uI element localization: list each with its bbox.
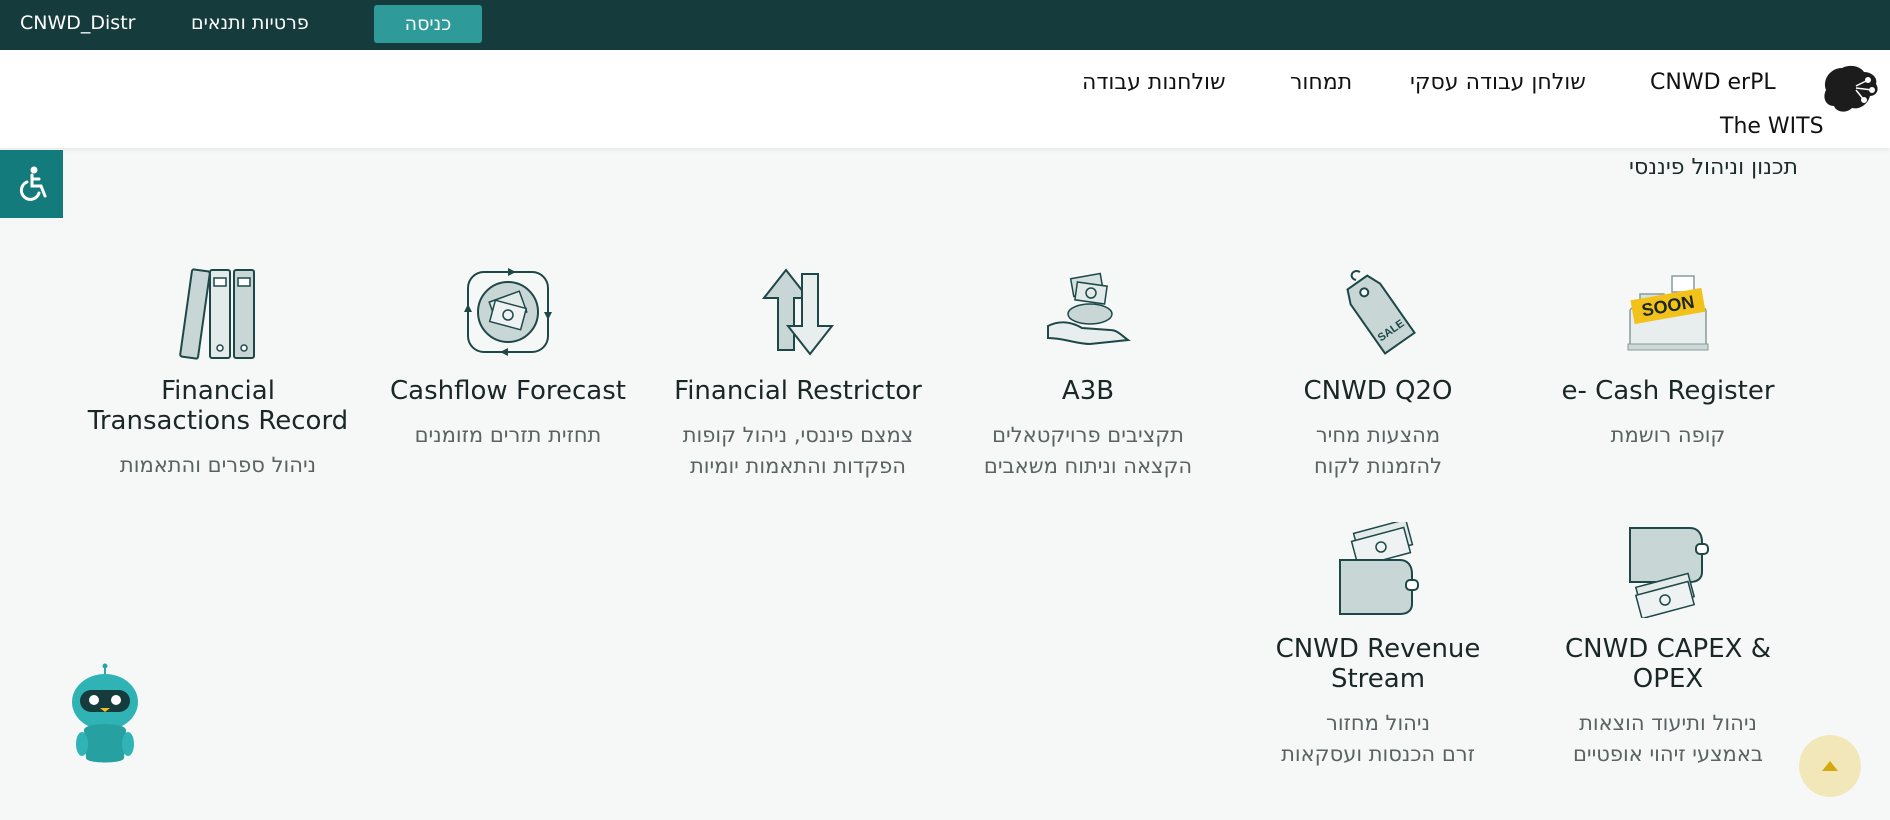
nav-item-pricing[interactable]: תמחור: [1290, 70, 1352, 95]
arrow-up-icon: [1822, 761, 1838, 771]
card-description: ניהול ספרים והתאמות: [119, 453, 317, 477]
main-nav: שולחנות עבודה תמחור שולחן עבודה עסקי CNW…: [0, 50, 1890, 148]
cash-cycle-icon: [464, 268, 552, 356]
section-title: תכנון וניהול פיננסי: [1629, 155, 1798, 180]
cash-register-soon-icon: SOON: [1627, 275, 1709, 351]
card-title: e- Cash Register: [1561, 376, 1775, 406]
brand-logo-icon[interactable]: [1816, 60, 1882, 116]
card-cnwd-q2o[interactable]: SALE CNWD Q2O מהצעות מחיר להזמנות לקוח: [1228, 264, 1528, 482]
card-title: Financial Restrictor: [674, 376, 922, 406]
card-cnwd-capex-opex[interactable]: CNWD CAPEX & OPEX ניהול ותיעוד הוצאות בא…: [1518, 522, 1818, 770]
card-financial-transactions-record[interactable]: Financial Transactions Record ניהול ספרי…: [68, 264, 368, 481]
accessibility-button[interactable]: [0, 150, 63, 218]
card-description: תקציבים פרויקטאלים הקצאה וניתוח משאבים: [983, 423, 1193, 478]
brand-link[interactable]: CNWD_Distr: [20, 12, 135, 34]
wheelchair-icon: [19, 166, 46, 201]
card-description: צמצם פיננסי, ניהול קופות הפקדות והתאמות …: [682, 423, 914, 478]
nav-item-business-desk[interactable]: שולחן עבודה עסקי: [1410, 70, 1586, 95]
binders-icon: [179, 268, 255, 360]
chatbot-robot-icon[interactable]: [70, 662, 140, 768]
nav-item-workspaces[interactable]: שולחנות עבודה: [1082, 70, 1226, 95]
top-bar: CNWD_Distr פרטיות ותנאים כניסה: [0, 0, 1890, 50]
scroll-to-top-button[interactable]: [1799, 735, 1861, 797]
card-description: ניהול ותיעוד הוצאות באמצעי זיהוי אופטיים: [1572, 711, 1763, 766]
privacy-terms-link[interactable]: פרטיות ותנאים: [191, 12, 309, 34]
login-button[interactable]: כניסה: [374, 5, 482, 43]
card-cash-register[interactable]: SOON e- Cash Register קופה רושמת: [1518, 264, 1818, 451]
card-cnwd-revenue-stream[interactable]: CNWD Revenue Stream ניהול מחזור זרם הכנס…: [1228, 522, 1528, 770]
wallet-icon: [1629, 527, 1709, 618]
card-financial-restrictor[interactable]: Financial Restrictor צמצם פיננסי, ניהול …: [648, 264, 948, 482]
card-a3b[interactable]: A3B תקציבים פרויקטאלים הקצאה וניתוח משאב…: [938, 264, 1238, 482]
card-title: CNWD Q2O: [1303, 376, 1453, 406]
card-description: ניהול מחזור זרם הכנסות ועסקאות: [1281, 711, 1475, 766]
card-description: מהצעות מחיר להזמנות לקוח: [1313, 423, 1443, 478]
nav-item-the-wits[interactable]: The WITS: [1720, 114, 1824, 139]
card-cashflow-forecast[interactable]: Cashflow Forecast תחזית תזרים מזומנים: [358, 264, 658, 451]
card-title: Financial Transactions Record: [87, 376, 349, 436]
nav-item-cnwd-erpl[interactable]: CNWD erPL: [1650, 70, 1776, 95]
card-title: A3B: [1061, 376, 1115, 406]
card-title: CNWD Revenue Stream: [1275, 634, 1481, 694]
card-title: Cashflow Forecast: [390, 376, 626, 406]
card-title: CNWD CAPEX & OPEX: [1565, 634, 1771, 694]
hand-money-icon: [1047, 272, 1131, 346]
card-description: קופה רושמת: [1610, 423, 1726, 447]
card-description: תחזית תזרים מזומנים: [414, 423, 602, 447]
up-down-arrows-icon: [761, 268, 835, 356]
sale-tag-icon: SALE: [1346, 270, 1416, 355]
wallet-cash-icon: [1339, 522, 1419, 615]
